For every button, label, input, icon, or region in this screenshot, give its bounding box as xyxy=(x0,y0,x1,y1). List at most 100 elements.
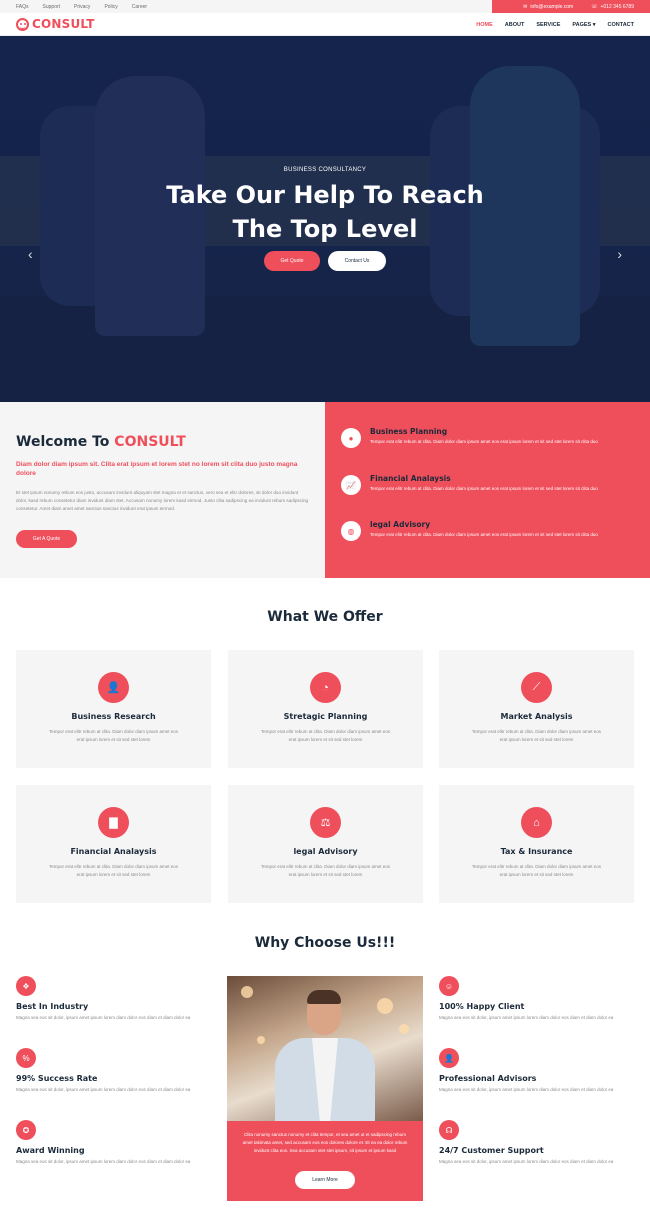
nav-service[interactable]: SERVICE xyxy=(536,22,560,28)
offer-card[interactable]: ⌂ Tax & Insurance Tempor erat elitr rebu… xyxy=(439,785,634,903)
phone-text: +012 345 6789 xyxy=(600,3,634,10)
offer-card-title: Market Analysis xyxy=(500,712,573,721)
offer-card-desc: Tempor erat elitr rebum at clita. Diam d… xyxy=(48,864,179,877)
offer-card-title: Stretagic Planning xyxy=(283,712,368,721)
welcome-title-accent: CONSULT xyxy=(114,434,186,450)
offer-card[interactable]: 👤 Business Research Tempor erat elitr re… xyxy=(16,650,211,768)
welcome-title-prefix: Welcome To xyxy=(16,434,115,450)
photo-card-text: Clita nonumy sanctus nonumy et clita tem… xyxy=(242,1132,408,1153)
offer-card-title: legal Advisory xyxy=(293,847,358,856)
why-item-desc: Magna sea eos sit dolor, ipsum amet ipsu… xyxy=(439,1159,614,1164)
phone-link[interactable]: ☏ +012 345 6789 xyxy=(591,4,634,10)
envelope-icon: ✉ xyxy=(523,3,528,10)
offer-card[interactable]: ⚖ legal Advisory Tempor erat elitr rebum… xyxy=(228,785,423,903)
phone-icon: ☏ xyxy=(591,3,598,10)
main-nav: HOME ABOUT SERVICE PAGES ▾ CONTACT xyxy=(476,13,634,36)
get-a-quote-button[interactable]: Get A Quote xyxy=(16,530,77,548)
offer-card-desc: Tempor erat elitr rebum at clita. Diam d… xyxy=(471,729,602,742)
globe-icon: ◍ xyxy=(341,521,361,541)
balance-scale-icon: ⚖ xyxy=(310,807,341,838)
top-link-faqs[interactable]: FAQs xyxy=(16,4,29,10)
why-item-desc: Magna sea eos sit dolor, ipsum amet ipsu… xyxy=(439,1087,614,1092)
user-tie-icon: ● xyxy=(341,428,361,448)
bar-chart-icon: ▇ xyxy=(98,807,129,838)
carousel-next-icon[interactable]: › xyxy=(617,246,622,262)
top-link-support[interactable]: Support xyxy=(43,4,61,10)
smile-icon: ☺ xyxy=(439,976,459,996)
offer-card[interactable]: ◔ Stretagic Planning Tempor erat elitr r… xyxy=(228,650,423,768)
top-link-policy[interactable]: Policy xyxy=(104,4,117,10)
why-photo-card: Clita nonumy sanctus nonumy et clita tem… xyxy=(227,976,423,1201)
offer-card-desc: Tempor erat elitr rebum at clita. Diam d… xyxy=(260,864,391,877)
headset-icon: ☊ xyxy=(439,1120,459,1140)
photo-bokeh xyxy=(257,1036,265,1044)
nav-about[interactable]: ABOUT xyxy=(505,22,525,28)
pie-chart-icon: ◔ xyxy=(310,672,341,703)
nav-pages-dropdown[interactable]: PAGES ▾ xyxy=(572,22,595,28)
offer-section-title: What We Offer xyxy=(267,609,383,625)
why-item-title: 99% Success Rate xyxy=(16,1074,98,1083)
email-link[interactable]: ✉ info@example.com xyxy=(523,4,573,10)
why-item-title: Best In Industry xyxy=(16,1002,89,1011)
offer-card-title: Tax & Insurance xyxy=(500,847,573,856)
nav-home[interactable]: HOME xyxy=(476,22,493,28)
user-tie-icon: 👤 xyxy=(98,672,129,703)
offer-card-desc: Tempor erat elitr rebum at clita. Diam d… xyxy=(471,864,602,877)
carousel-prev-icon[interactable]: ‹ xyxy=(28,246,33,262)
why-section-title: Why Choose Us!!! xyxy=(254,935,396,951)
why-item-desc: Magna sea eos sit dolor, ipsum amet ipsu… xyxy=(16,1087,191,1092)
why-item-title: 24/7 Customer Support xyxy=(439,1146,544,1155)
offer-card[interactable]: ▇ Financial Analaysis Tempor erat elitr … xyxy=(16,785,211,903)
house-icon: ⌂ xyxy=(521,807,552,838)
feature-service-desc: Tempor erat elitr rebum at clita. Diam d… xyxy=(370,439,598,444)
why-item-desc: Magna sea eos sit dolor, ipsum amet ipsu… xyxy=(16,1159,191,1164)
user-tie-icon: 👤 xyxy=(439,1048,459,1068)
feature-service-desc: Tempor erat elitr rebum at clita. Diam d… xyxy=(370,532,598,537)
line-chart-icon: ⟋ xyxy=(521,672,552,703)
why-item-title: Award Winning xyxy=(16,1146,85,1155)
hero-title: Take Our Help To Reach The Top Level xyxy=(0,178,650,246)
offer-card-title: Business Research xyxy=(71,712,156,721)
feature-service-desc: Tempor erat elitr rebum at clita. Diam d… xyxy=(370,486,598,491)
navbar: CONSULT HOME ABOUT SERVICE PAGES ▾ CONTA… xyxy=(0,13,650,36)
why-item-title: 100% Happy Client xyxy=(439,1002,525,1011)
hero-title-line-2: The Top Level xyxy=(232,215,418,243)
nav-contact[interactable]: CONTACT xyxy=(608,22,634,28)
contact-us-button[interactable]: Contact Us xyxy=(328,251,386,271)
welcome-paragraph: Et stet ipsum nonumy rebum eos justo, ac… xyxy=(16,490,309,511)
brand-name: CONSULT xyxy=(32,17,95,31)
chart-line-icon: 📈 xyxy=(341,475,361,495)
offer-card[interactable]: ⟋ Market Analysis Tempor erat elitr rebu… xyxy=(439,650,634,768)
get-quote-button[interactable]: Get Quote xyxy=(264,251,320,271)
feature-services-panel: ● Business Planning Tempor erat elitr re… xyxy=(325,402,650,578)
brand-logo[interactable]: CONSULT xyxy=(16,17,95,31)
top-bar: FAQs Support Privacy Policy Career ✉ info… xyxy=(0,0,650,13)
award-icon: ✪ xyxy=(16,1120,36,1140)
cubes-icon: ❖ xyxy=(16,976,36,996)
welcome-title: Welcome To CONSULT xyxy=(16,434,186,450)
feature-service-title: Financial Analaysis xyxy=(370,474,451,483)
percent-icon: % xyxy=(16,1048,36,1068)
welcome-section: Welcome To CONSULT Diam dolor diam ipsum… xyxy=(0,402,325,578)
learn-more-button[interactable]: Learn More xyxy=(295,1171,355,1189)
photo-bokeh xyxy=(241,986,253,998)
offer-card-desc: Tempor erat elitr rebum at clita. Diam d… xyxy=(260,729,391,742)
why-item-title: Professional Advisors xyxy=(439,1074,537,1083)
hero-carousel: BUSINESS CONSULTANCY Take Our Help To Re… xyxy=(0,36,650,402)
why-item-desc: Magna sea eos sit dolor, ipsum amet ipsu… xyxy=(439,1015,614,1020)
offer-card-desc: Tempor erat elitr rebum at clita. Diam d… xyxy=(48,729,179,742)
why-item-desc: Magna sea eos sit dolor, ipsum amet ipsu… xyxy=(16,1015,191,1020)
top-link-career[interactable]: Career xyxy=(132,4,147,10)
welcome-subtitle: Diam dolor diam ipsum sit. Clita erat ip… xyxy=(16,461,298,477)
feature-service-title: legal Advisory xyxy=(370,520,431,529)
top-contact: ✉ info@example.com ☏ +012 345 6789 xyxy=(492,0,650,13)
photo-bokeh xyxy=(399,1024,409,1034)
hero-title-line-1: Take Our Help To Reach xyxy=(166,181,484,209)
top-link-privacy[interactable]: Privacy xyxy=(74,4,90,10)
offer-card-title: Financial Analaysis xyxy=(70,847,157,856)
hero-buttons: Get Quote Contact Us xyxy=(0,251,650,271)
photo-man-hair xyxy=(307,990,341,1004)
smile-logo-icon xyxy=(16,17,29,31)
hero-eyebrow: BUSINESS CONSULTANCY xyxy=(283,167,367,173)
feature-service-title: Business Planning xyxy=(370,427,448,436)
